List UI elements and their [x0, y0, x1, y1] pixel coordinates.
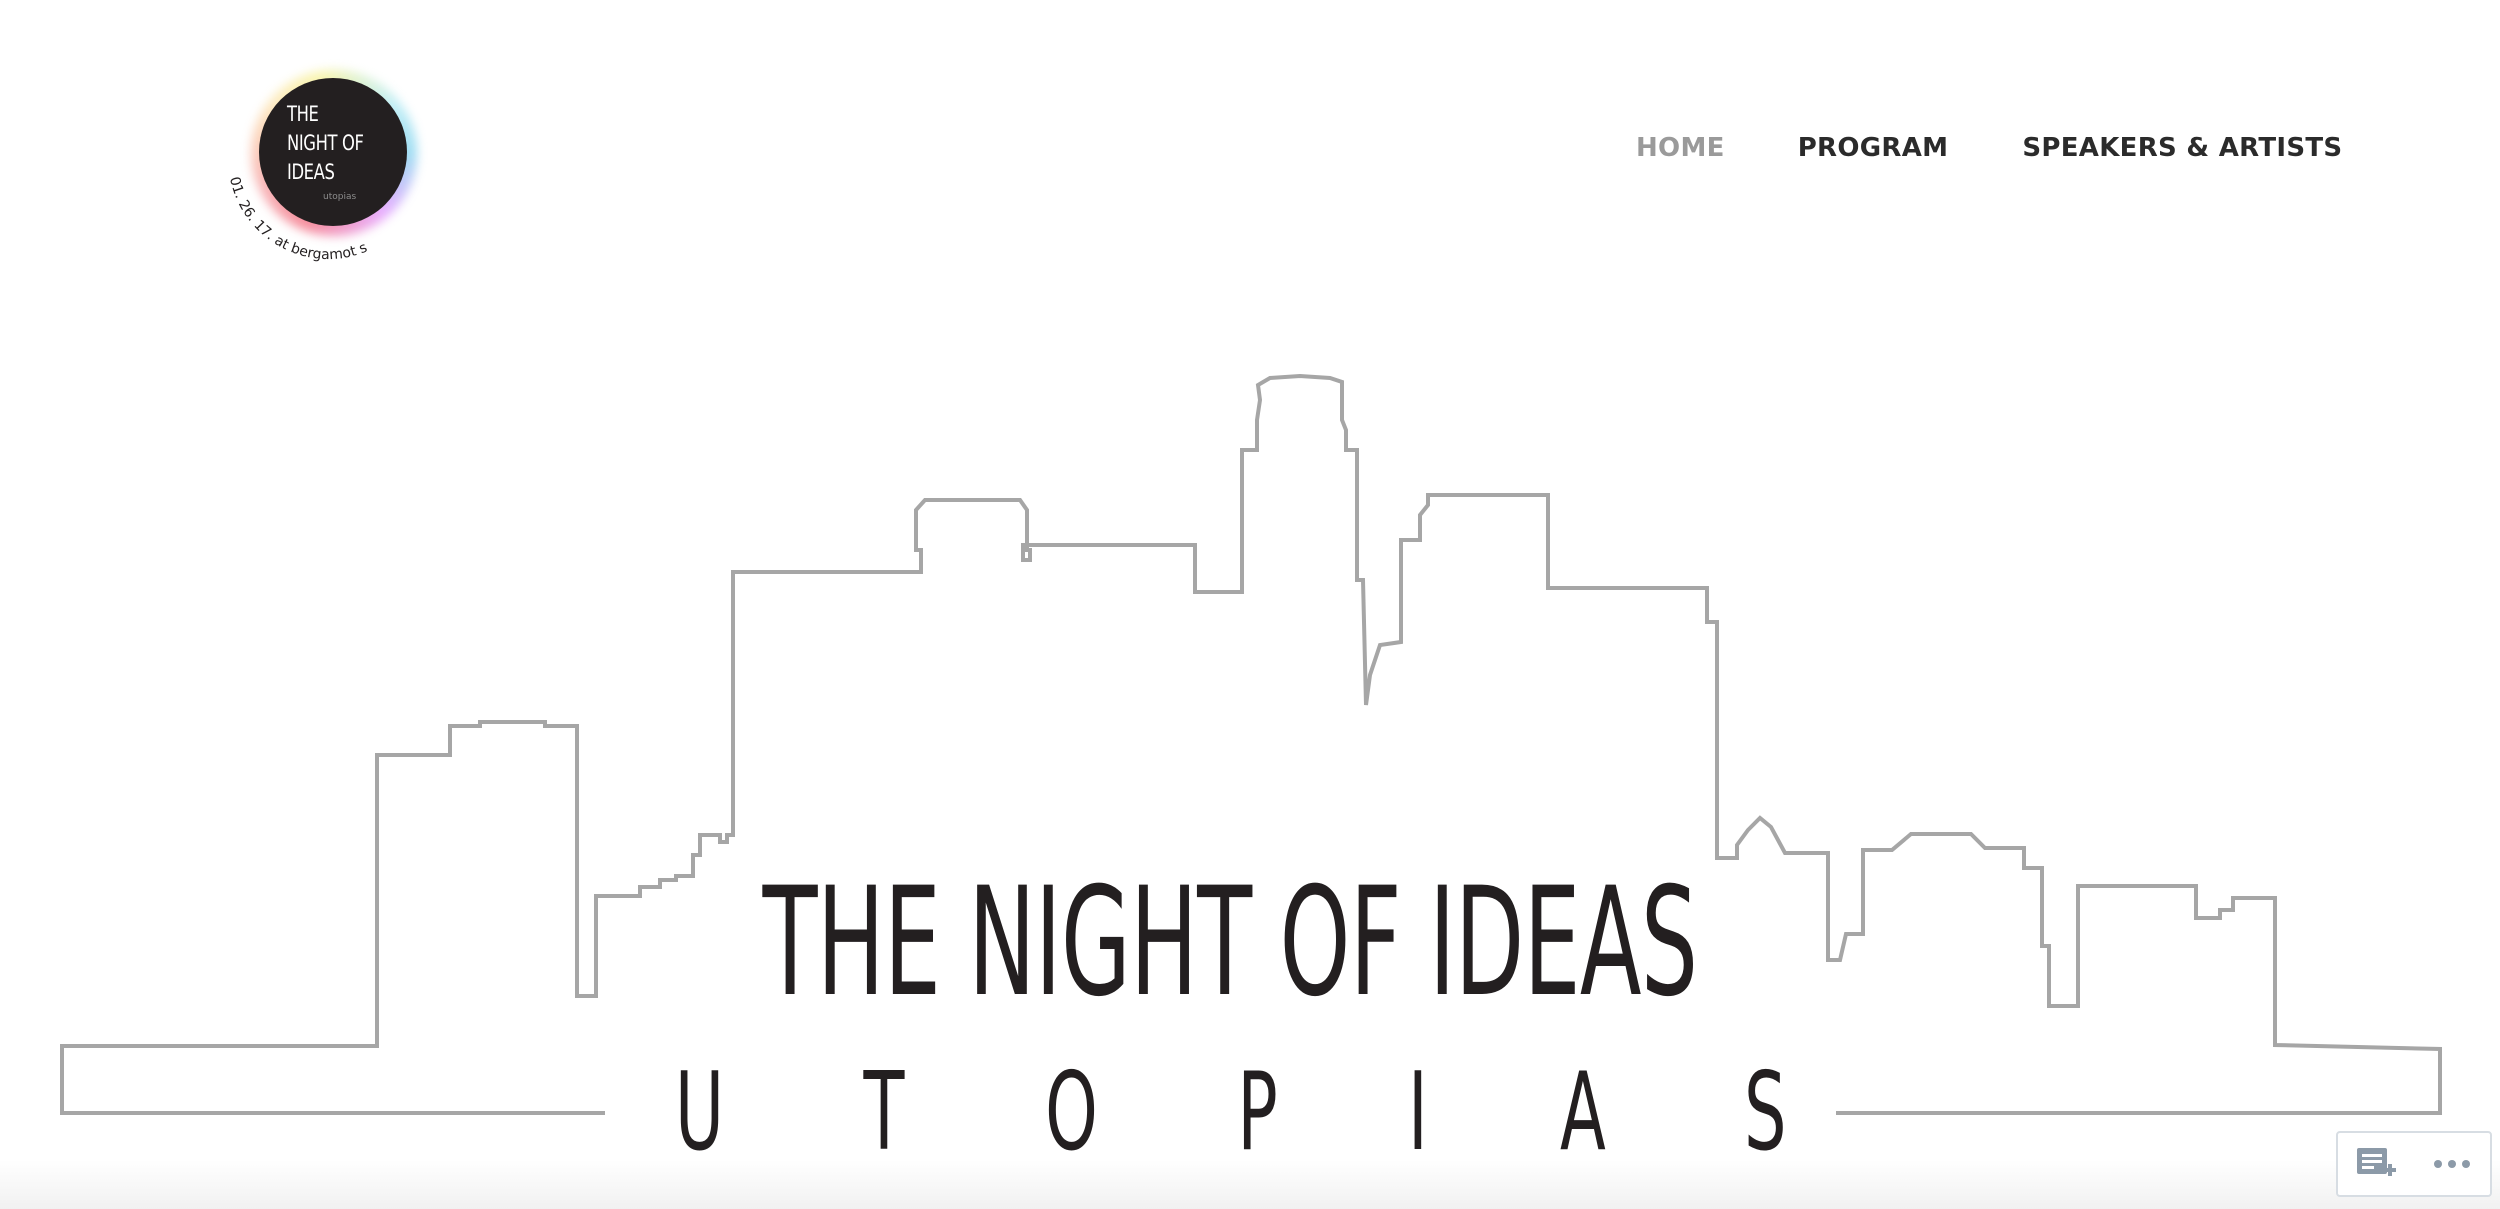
subtitle-letter: O: [1044, 1050, 1098, 1175]
subtitle-letter: I: [1408, 1050, 1428, 1175]
page: THE NIGHT OF IDEAS U T O P I A S THE NIG…: [0, 0, 2500, 1209]
floating-action-bar: [2336, 1131, 2492, 1197]
nav-item-speakers-artists[interactable]: SPEAKERS & ARTISTS: [2022, 133, 2342, 163]
more-options-button[interactable]: [2427, 1141, 2477, 1187]
more-options-icon: [2434, 1160, 2470, 1168]
subtitle-letter: S: [1744, 1050, 1787, 1175]
hero-title: THE NIGHT OF IDEAS: [762, 856, 1698, 1030]
site-logo[interactable]: THE NIGHT OF IDEAS utopias 01. 26. 17. a…: [211, 48, 435, 263]
subtitle-letter: T: [863, 1050, 905, 1175]
bottom-fade: [0, 1160, 2500, 1209]
subtitle-letter: P: [1237, 1050, 1279, 1175]
logo-date-arc: 01. 26. 17. at bergamot station: [211, 48, 370, 263]
nav-item-program[interactable]: PROGRAM: [1798, 133, 1949, 163]
follow-reader-icon: [2357, 1148, 2396, 1176]
follow-button[interactable]: [2351, 1141, 2401, 1187]
subtitle-letter: A: [1559, 1050, 1606, 1175]
svg-text:01. 26. 17. at bergamot statio: 01. 26. 17. at bergamot station: [211, 48, 370, 263]
main-navigation: HOME PROGRAM SPEAKERS & ARTISTS: [1636, 133, 2342, 163]
subtitle-letter: U: [675, 1050, 725, 1175]
hero-subtitle: U T O P I A S: [660, 1058, 1800, 1168]
logo-date-text: 01. 26. 17. at bergamot station: [211, 48, 370, 263]
nav-item-home[interactable]: HOME: [1636, 133, 1725, 163]
